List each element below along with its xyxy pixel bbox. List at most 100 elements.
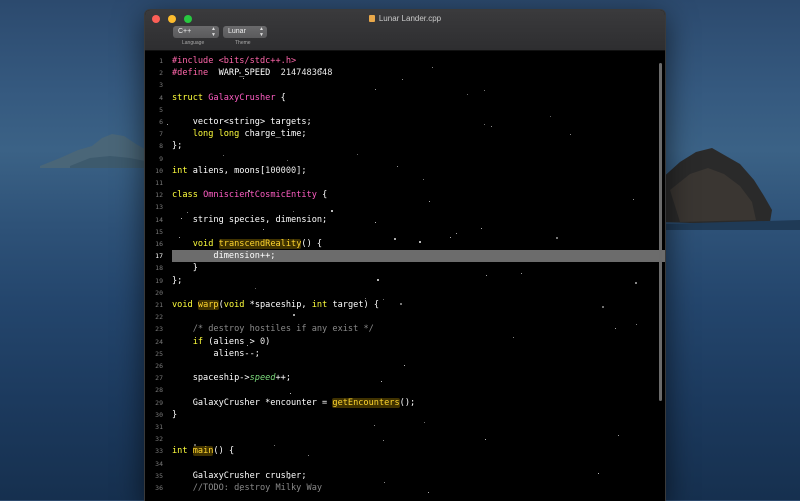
- code-text: int main() {: [172, 445, 234, 457]
- line-number: 13: [155, 203, 163, 212]
- code-line[interactable]: 24 if (aliens > 0): [145, 336, 665, 348]
- code-text: int aliens, moons[100000];: [172, 165, 307, 177]
- code-token: GalaxyCrusher crusher;: [172, 470, 307, 481]
- document-icon: [368, 15, 375, 22]
- line-number: 35: [155, 471, 163, 480]
- code-token: aliens, moons[: [187, 165, 266, 176]
- code-line[interactable]: 22: [145, 311, 665, 323]
- line-number: 23: [155, 325, 163, 334]
- code-token: warp: [197, 300, 219, 310]
- code-token: void: [172, 300, 193, 310]
- language-select-value: C++: [178, 28, 192, 35]
- code-line[interactable]: 32: [145, 433, 665, 445]
- code-line[interactable]: 28: [145, 384, 665, 396]
- code-line[interactable]: 11: [145, 177, 665, 189]
- code-line[interactable]: 20: [145, 287, 665, 299]
- line-number: 17: [155, 252, 163, 261]
- code-text: vector<string> targets;: [172, 116, 312, 128]
- code-line[interactable]: 12 class OmniscientCosmicEntity {: [145, 189, 665, 201]
- code-text: #define WARP_SPEED 2147483648: [172, 67, 332, 79]
- code-line[interactable]: 1 #include <bits/stdc++.h>: [145, 55, 665, 67]
- line-number: 5: [159, 105, 163, 114]
- code-line[interactable]: 35 GalaxyCrusher crusher;: [145, 470, 665, 482]
- code-token: #define: [172, 68, 209, 79]
- code-token: //TODO: destroy Milky Way: [192, 483, 323, 493]
- line-number: 26: [155, 362, 163, 370]
- code-line[interactable]: 8};: [145, 140, 665, 152]
- line-number: 2: [159, 69, 163, 78]
- code-text: };: [172, 275, 182, 287]
- line-number: 22: [155, 313, 163, 322]
- code-line[interactable]: 25 aliens--;: [145, 348, 665, 360]
- line-number: 31: [155, 423, 163, 431]
- code-line[interactable]: 19};: [145, 275, 665, 287]
- code-token: {: [275, 92, 286, 103]
- code-token: long long: [192, 129, 240, 140]
- code-token: WARP_SPEED: [208, 68, 281, 79]
- code-line[interactable]: 6 vector<string> targets;: [145, 116, 665, 128]
- code-line[interactable]: 29 GalaxyCrusher *encounter = getEncount…: [145, 397, 665, 409]
- code-line[interactable]: 31: [145, 421, 665, 433]
- code-line[interactable]: 16 void transcendReality() {: [145, 238, 665, 250]
- code-line[interactable]: 33 int main() {: [145, 445, 665, 457]
- code-editor[interactable]: 1 #include <bits/stdc++.h> 2 #define WARP_S…: [145, 51, 665, 501]
- code-line[interactable]: 2 #define WARP_SPEED 2147483648: [145, 67, 665, 79]
- code-line[interactable]: 34: [145, 458, 665, 470]
- code-text: GalaxyCrusher crusher;: [172, 470, 307, 482]
- code-line[interactable]: 21 void warp(void *spaceship, int target)…: [145, 299, 665, 311]
- code-line[interactable]: 7 long long charge_time;: [145, 128, 665, 140]
- code-line[interactable]: 14 string species, dimension;: [145, 214, 665, 226]
- language-select[interactable]: C++ ▲ ▼: [173, 26, 219, 38]
- theme-caption: Theme: [235, 40, 251, 46]
- code-line[interactable]: 18 }: [145, 262, 665, 274]
- code-text: void transcendReality() {: [172, 238, 322, 250]
- code-line[interactable]: 27 spaceship->speed++;: [145, 372, 665, 384]
- line-number: 19: [155, 276, 163, 285]
- code-token: vector<string> targets;: [172, 117, 312, 127]
- code-token: int: [172, 165, 188, 176]
- vertical-scrollbar[interactable]: [659, 63, 662, 401]
- code-line[interactable]: 15: [145, 226, 665, 238]
- line-number: 18: [155, 264, 163, 273]
- code-line[interactable]: 30}: [145, 409, 665, 421]
- line-number: 33: [155, 447, 163, 456]
- line-number: 20: [155, 288, 163, 297]
- code-line[interactable]: 10 int aliens, moons[100000];: [145, 165, 665, 177]
- line-number: 32: [155, 435, 163, 444]
- theme-select[interactable]: Lunar ▲ ▼: [223, 26, 267, 38]
- line-number: 7: [159, 130, 163, 139]
- code-token: class: [172, 190, 198, 201]
- code-token: transcendReality: [218, 239, 302, 249]
- code-text: /* destroy hostiles if any exist */: [172, 323, 374, 335]
- code-line[interactable]: 4 struct GalaxyCrusher {: [145, 92, 665, 104]
- code-line[interactable]: 13: [145, 201, 665, 213]
- code-token: getEncounters: [332, 397, 400, 408]
- code-token: GalaxyCrusher *encounter =: [172, 397, 333, 408]
- code-token: (aliens >: [203, 336, 260, 347]
- code-token: struct: [172, 92, 204, 103]
- code-line[interactable]: 23 /* destroy hostiles if any exist */: [145, 323, 665, 335]
- code-line[interactable]: 36 //TODO: destroy Milky Way: [145, 482, 665, 494]
- code-token: {: [316, 190, 328, 201]
- code-line[interactable]: 3: [145, 79, 665, 91]
- code-text: string species, dimension;: [172, 214, 328, 226]
- code-line[interactable]: 26: [145, 360, 665, 372]
- desktop-island-right: [660, 148, 800, 230]
- code-line[interactable]: 9: [145, 153, 665, 165]
- code-token: if: [192, 336, 204, 347]
- code-text: dimension++;: [172, 250, 275, 262]
- code-text: class OmniscientCosmicEntity {: [172, 189, 327, 201]
- line-number: 34: [155, 459, 163, 468]
- line-number: 14: [155, 215, 163, 224]
- code-token: OmniscientCosmicEntity: [203, 190, 317, 201]
- line-number: 10: [155, 166, 163, 175]
- code-text: aliens--;: [172, 348, 260, 360]
- code-line[interactable]: 17 dimension++;: [155, 250, 665, 263]
- code-token: charge_time;: [239, 129, 307, 140]
- code-line[interactable]: 5: [145, 104, 665, 116]
